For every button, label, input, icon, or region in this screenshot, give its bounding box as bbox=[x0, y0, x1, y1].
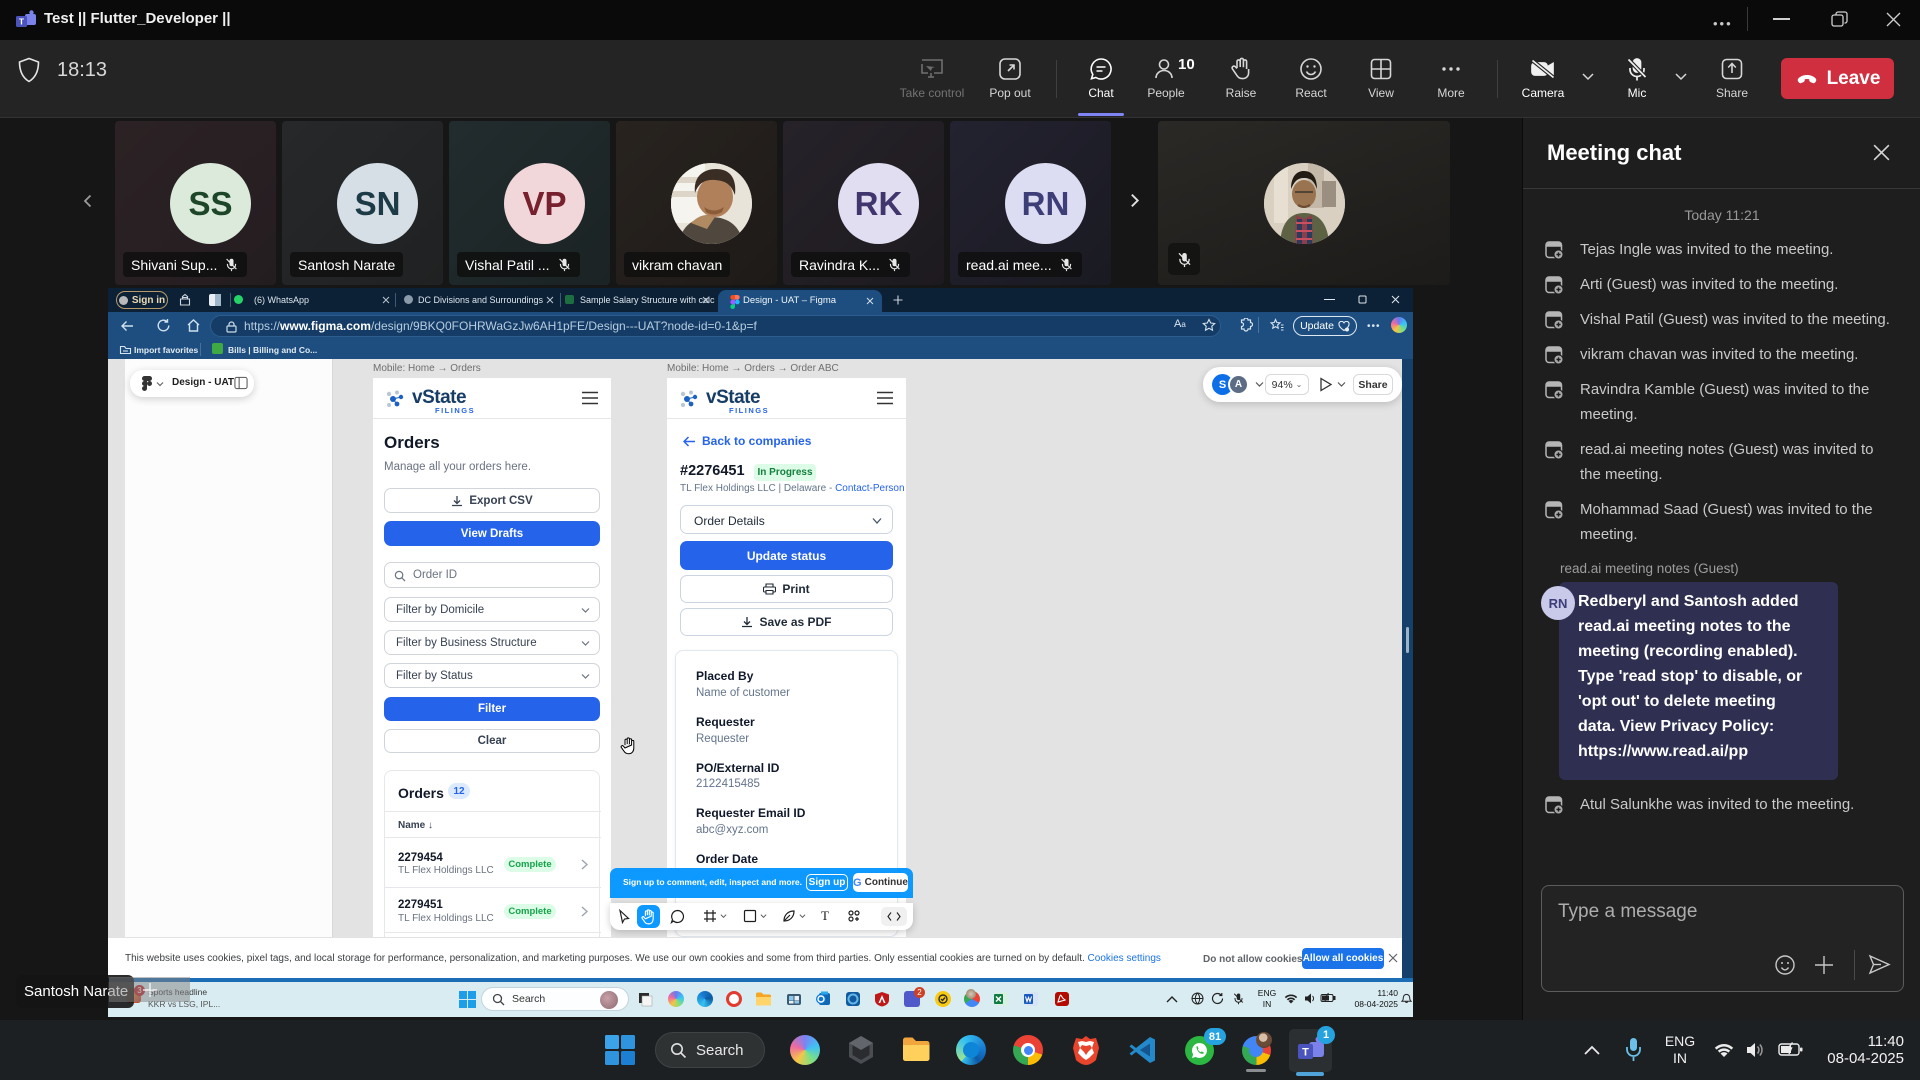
svg-text:T: T bbox=[19, 17, 25, 27]
svg-text:T: T bbox=[1302, 1047, 1309, 1059]
